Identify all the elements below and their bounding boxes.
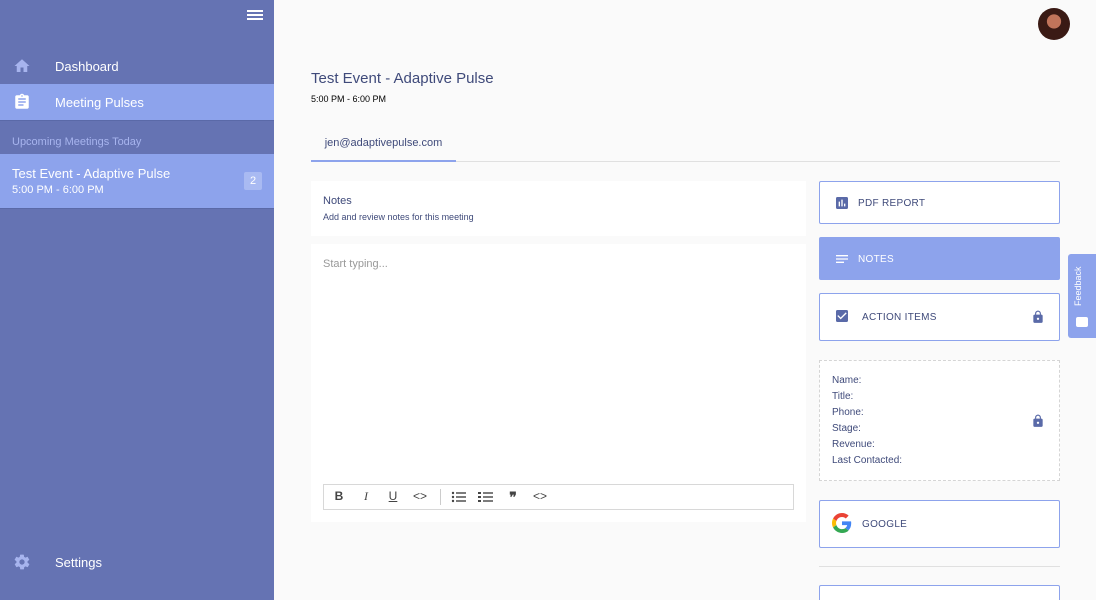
code-block-icon[interactable]: <> [531, 489, 549, 505]
feedback-label: Feedback [1073, 266, 1083, 306]
home-icon [14, 59, 30, 72]
meeting-time: 5:00 PM - 6:00 PM [12, 184, 104, 196]
sidebar-item-settings[interactable]: Settings [0, 544, 274, 580]
contact-title-label: Title: [832, 391, 854, 402]
notes-label: NOTES [858, 254, 894, 265]
notes-button[interactable]: NOTES [819, 237, 1060, 280]
inline-code-icon[interactable]: <> [411, 489, 429, 505]
notes-lines-icon [836, 255, 848, 263]
feedback-icon [1076, 317, 1088, 327]
editor-placeholder: Start typing... [323, 258, 388, 270]
avatar[interactable] [1038, 8, 1070, 40]
meeting-title: Test Event - Adaptive Pulse [12, 166, 171, 181]
pdf-report-button[interactable]: PDF REPORT [819, 181, 1060, 224]
contact-phone-label: Phone: [832, 407, 864, 418]
attendee-tabs: jen@adaptivepulse.com [311, 130, 1060, 162]
sidebar: Dashboard Meeting Pulses Upcoming Meetin… [0, 0, 274, 600]
gear-icon [14, 554, 30, 570]
google-label: GOOGLE [862, 519, 908, 530]
notes-editor[interactable]: Start typing... B I U <> ❞ <> [311, 244, 806, 522]
page-title: Test Event - Adaptive Pulse [311, 70, 494, 87]
upcoming-meeting-item[interactable]: Test Event - Adaptive Pulse 5:00 PM - 6:… [0, 154, 274, 209]
tab-attendee[interactable]: jen@adaptivepulse.com [311, 130, 456, 162]
italic-icon[interactable]: I [357, 489, 375, 505]
numbered-list-icon[interactable] [477, 489, 495, 505]
sidebar-item-label: Settings [55, 554, 102, 570]
contact-stage-label: Stage: [832, 423, 861, 434]
contact-name-label: Name: [832, 375, 862, 386]
contact-last-contacted-label: Last Contacted: [832, 455, 903, 466]
upcoming-meetings-heading: Upcoming Meetings Today [12, 136, 142, 148]
bar-chart-icon [836, 197, 848, 209]
sidebar-item-meeting-pulses[interactable]: Meeting Pulses [0, 84, 274, 121]
sidebar-item-dashboard[interactable]: Dashboard [0, 48, 274, 84]
google-icon [832, 513, 852, 533]
clipboard-icon [15, 93, 29, 109]
menu-icon[interactable] [247, 10, 263, 24]
sidebar-item-label: Dashboard [55, 58, 119, 74]
notes-header: Notes Add and review notes for this meet… [311, 181, 806, 236]
editor-toolbar: B I U <> ❞ <> [323, 484, 794, 510]
pdf-report-label: PDF REPORT [858, 198, 926, 209]
panel-button-partial[interactable] [819, 585, 1060, 600]
contact-revenue-label: Revenue: [832, 439, 875, 450]
bulleted-list-icon[interactable] [450, 489, 468, 505]
sidebar-item-label: Meeting Pulses [55, 94, 144, 110]
checkbox-icon [836, 310, 848, 322]
quote-icon[interactable]: ❞ [504, 489, 522, 505]
meeting-count-badge: 2 [244, 172, 262, 190]
toolbar-divider [440, 489, 441, 505]
action-items-label: ACTION ITEMS [862, 312, 937, 323]
lock-icon [1033, 310, 1043, 323]
panel-divider [819, 566, 1060, 567]
bold-icon[interactable]: B [330, 489, 348, 505]
google-button[interactable]: GOOGLE [819, 500, 1060, 548]
feedback-tab[interactable]: Feedback [1068, 254, 1096, 338]
underline-icon[interactable]: U [384, 489, 402, 505]
page-time: 5:00 PM - 6:00 PM [311, 94, 387, 104]
notes-title: Notes [323, 195, 352, 207]
notes-subtitle: Add and review notes for this meeting [323, 212, 474, 222]
lock-icon [1033, 414, 1043, 427]
contact-info-card: Name: Title: Phone: Stage: Revenue: Last… [819, 360, 1060, 481]
action-items-button[interactable]: ACTION ITEMS [819, 293, 1060, 341]
